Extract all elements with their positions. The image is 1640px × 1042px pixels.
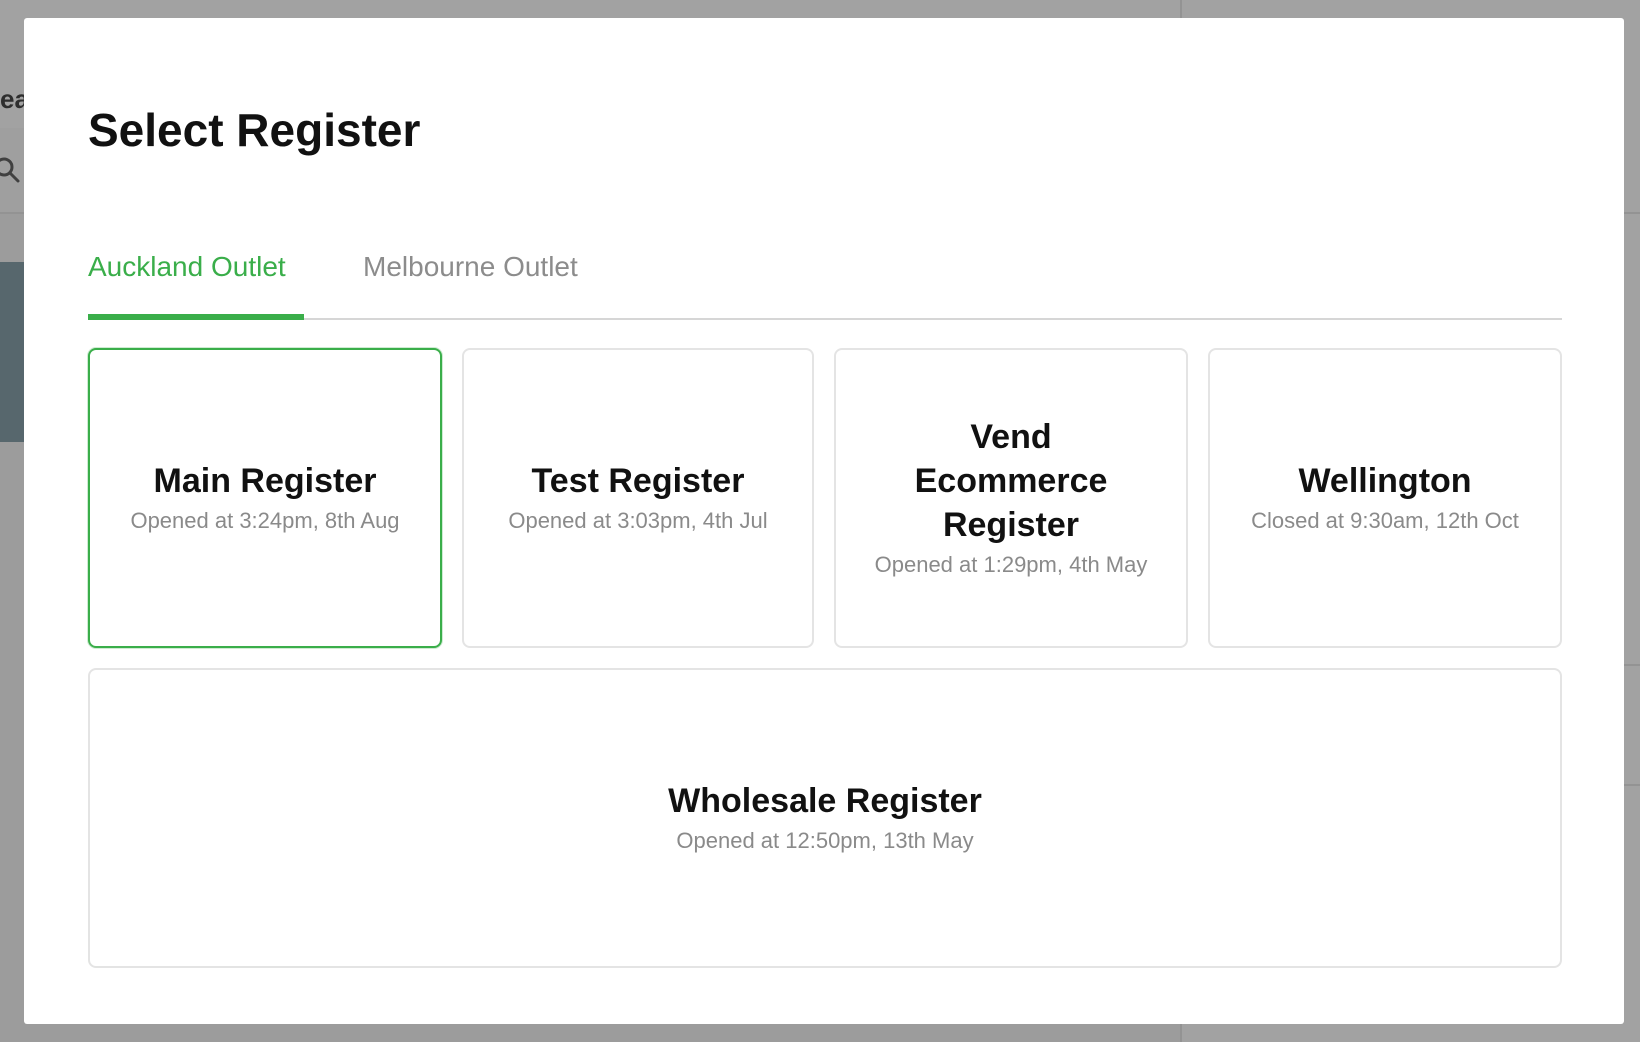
register-card-main-register[interactable]: Main Register Opened at 3:24pm, 8th Aug <box>88 348 442 648</box>
tab-auckland-outlet[interactable]: Auckland Outlet <box>88 240 304 318</box>
tab-melbourne-outlet[interactable]: Melbourne Outlet <box>363 240 623 318</box>
dialog-title: Select Register <box>88 104 421 156</box>
register-status: Opened at 12:50pm, 13th May <box>676 828 974 853</box>
register-status: Opened at 1:29pm, 4th May <box>874 552 1148 577</box>
register-list: Main Register Opened at 3:24pm, 8th Aug … <box>88 348 1562 968</box>
active-tab-indicator <box>88 314 304 320</box>
register-card-vend-ecommerce-register[interactable]: Vend Ecommerce Register Opened at 1:29pm… <box>834 348 1188 648</box>
register-card-wholesale-register[interactable]: Wholesale Register Opened at 12:50pm, 13… <box>88 668 1562 968</box>
register-status: Opened at 3:24pm, 8th Aug <box>130 508 400 533</box>
register-name: Vend Ecommerce Register <box>914 418 1108 544</box>
register-name: Main Register <box>153 462 377 500</box>
register-name: Test Register <box>531 462 745 500</box>
select-register-dialog: Select Register Auckland Outlet Melbourn… <box>24 18 1624 1024</box>
register-card-wellington[interactable]: Wellington Closed at 9:30am, 12th Oct <box>1208 348 1562 648</box>
outlet-tabs: Auckland Outlet Melbourne Outlet <box>88 240 1562 320</box>
register-status: Opened at 3:03pm, 4th Jul <box>508 508 768 533</box>
register-card-test-register[interactable]: Test Register Opened at 3:03pm, 4th Jul <box>462 348 814 648</box>
register-status: Closed at 9:30am, 12th Oct <box>1251 508 1519 533</box>
register-name: Wellington <box>1298 462 1472 500</box>
register-name: Wholesale Register <box>668 782 982 820</box>
